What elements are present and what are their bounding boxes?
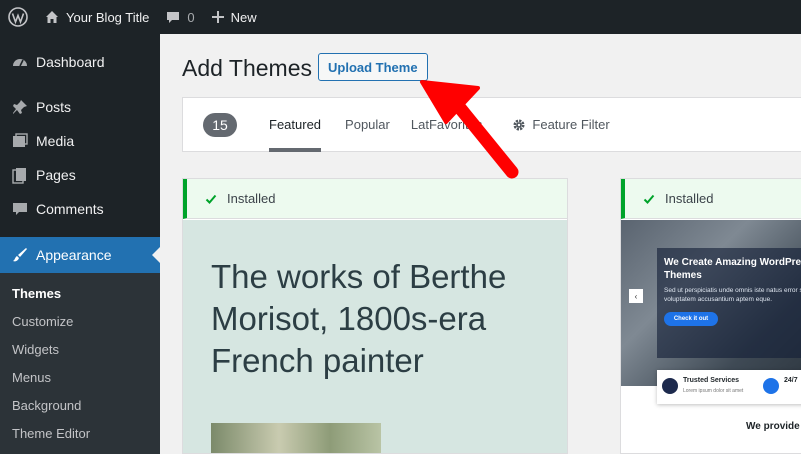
feature-filter-button[interactable]: Feature Filter [512, 117, 610, 132]
dashboard-icon [10, 52, 30, 72]
tab-featured[interactable]: Featured [269, 97, 322, 152]
service-subtitle: Lorem ipsum dolor sit amet [683, 388, 744, 394]
upload-theme-button[interactable]: Upload Theme [318, 53, 428, 81]
appearance-submenu: Themes Customize Widgets Menus Backgroun… [0, 273, 160, 454]
sidebar-item-comments[interactable]: Comments [0, 192, 160, 226]
sidebar-item-label: Posts [36, 99, 72, 115]
slider-prev-icon: ‹ [629, 289, 643, 303]
section-heading: We provide [746, 421, 800, 432]
feature-filter-label: Feature Filter [532, 117, 610, 132]
submenu-item-widgets[interactable]: Widgets [0, 335, 160, 363]
site-title: Your Blog Title [66, 9, 150, 25]
plus-icon [211, 10, 225, 24]
submenu-item-menus[interactable]: Menus [0, 363, 160, 391]
new-label: New [230, 9, 257, 25]
hero-text: Sed ut perspiciatis unde omnis iste natu… [664, 287, 801, 303]
page-title: Add Themes [182, 55, 312, 81]
support-headset-icon [763, 378, 779, 394]
admin-bar: Your Blog Title 0 New [0, 0, 801, 34]
home-icon [44, 9, 60, 25]
trusted-services-icon [662, 378, 678, 394]
sidebar-item-pages[interactable]: Pages [0, 158, 160, 192]
sidebar-item-label: Dashboard [36, 54, 105, 70]
new-content-link[interactable]: New [203, 0, 265, 34]
installed-label: Installed [227, 191, 276, 206]
service-title: 24/7 [784, 377, 798, 384]
pin-icon [10, 97, 30, 117]
submenu-item-theme-editor[interactable]: Theme Editor [0, 419, 160, 447]
hero-button: Check it out [664, 312, 718, 326]
theme-card[interactable]: Installed The works of Berthe Morisot, 1… [182, 178, 568, 454]
sidebar-item-label: Appearance [36, 247, 112, 263]
wordpress-logo-icon[interactable] [0, 0, 36, 34]
brush-icon [10, 245, 30, 265]
gear-icon [512, 118, 526, 132]
checkmark-icon [643, 193, 655, 205]
sidebar-item-dashboard[interactable]: Dashboard [0, 45, 160, 79]
services-strip: Trusted Services Lorem ipsum dolor sit a… [657, 370, 801, 404]
pages-icon [10, 165, 30, 185]
sidebar-item-appearance[interactable]: Appearance [0, 237, 160, 273]
installed-notice: Installed [183, 179, 567, 219]
submenu-item-background[interactable]: Background [0, 391, 160, 419]
sidebar-item-media[interactable]: Media [0, 124, 160, 158]
installed-notice: Installed [621, 179, 801, 219]
comment-icon [10, 199, 30, 219]
tab-popular[interactable]: Popular [345, 97, 390, 152]
theme-card[interactable]: Installed We Create Amazing WordPre Them… [620, 178, 801, 454]
comments-count: 0 [187, 9, 195, 25]
hero-title: We Create Amazing WordPre Themes [664, 257, 801, 281]
tab-favorites[interactable]: Favorites [429, 97, 482, 152]
checkmark-icon [205, 193, 217, 205]
sidebar-item-label: Pages [36, 167, 76, 183]
comments-link[interactable]: 0 [157, 0, 202, 34]
theme-screenshot[interactable]: The works of Berthe Morisot, 1800s-era F… [183, 220, 567, 453]
admin-sidebar: Dashboard Posts Media Pages Comments App… [0, 34, 160, 454]
painting-image [211, 423, 381, 453]
sidebar-item-label: Comments [36, 201, 104, 217]
theme-filter-bar: 15 Featured Popular Lat Favorites Featur… [182, 97, 801, 152]
submenu-item-customize[interactable]: Customize [0, 307, 160, 335]
theme-screenshot[interactable]: We Create Amazing WordPre Themes Sed ut … [621, 220, 801, 453]
menu-separator [0, 79, 160, 90]
service-title: Trusted Services [683, 377, 740, 384]
screenshot-headline: The works of Berthe Morisot, 1800s-era F… [211, 258, 507, 379]
tab-latest[interactable]: Lat [411, 97, 429, 152]
sidebar-item-posts[interactable]: Posts [0, 90, 160, 124]
site-name-link[interactable]: Your Blog Title [36, 0, 157, 34]
comment-bubble-icon [165, 9, 181, 25]
media-icon [10, 131, 30, 151]
theme-count-badge: 15 [203, 112, 237, 137]
main-content: Add Themes Upload Theme 15 Featured Popu… [160, 34, 801, 454]
installed-label: Installed [665, 191, 714, 206]
submenu-item-themes[interactable]: Themes [0, 279, 160, 307]
sidebar-item-label: Media [36, 133, 75, 149]
